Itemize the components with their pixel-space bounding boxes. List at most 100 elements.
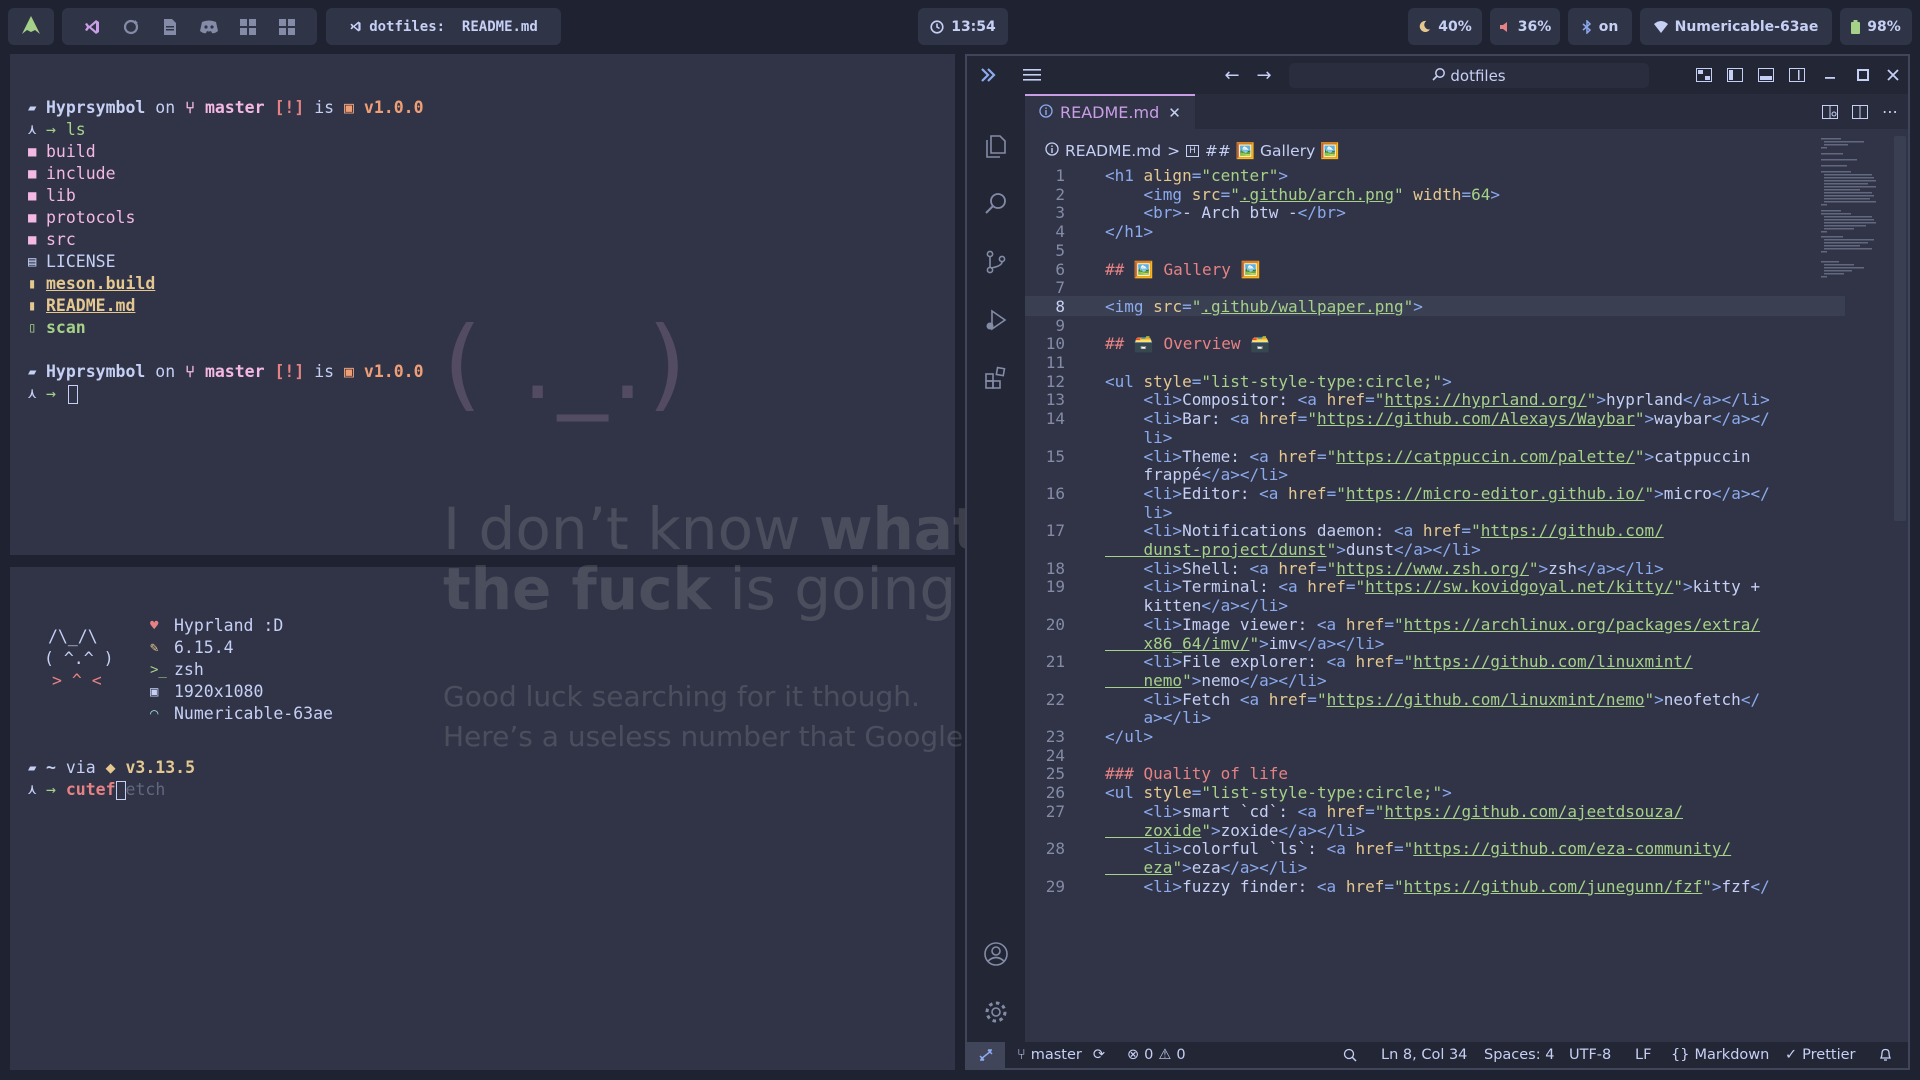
code-token: <a bbox=[1239, 689, 1269, 709]
remote-indicator[interactable] bbox=[967, 1042, 1005, 1068]
network-text: Numericable-63ae bbox=[1674, 18, 1819, 35]
code-token: href bbox=[1422, 521, 1462, 541]
minimap[interactable] bbox=[1819, 136, 1879, 316]
toggle-sidebar-icon[interactable] bbox=[1722, 56, 1748, 94]
code-editor[interactable]: 1 <h1 align="center"> 2 <img src=".github/… bbox=[1025, 166, 1845, 1044]
file-icon[interactable] bbox=[151, 18, 190, 36]
prompt-line: ▰ Hyprsymbol on ⑂ master [!] is ▣ v1.0.0 bbox=[28, 361, 424, 383]
network-indicator[interactable]: Numericable-63ae bbox=[1640, 8, 1832, 45]
fetch-info-row: >_ zsh bbox=[150, 659, 204, 681]
code-token: </a></li> bbox=[1577, 558, 1664, 578]
code-token: neofetch bbox=[1663, 689, 1741, 709]
arrow-left-icon[interactable]: ← bbox=[1219, 56, 1245, 94]
problems-status[interactable]: ⊗ 0 ⚠ 0 bbox=[1127, 1042, 1186, 1068]
code-token: " bbox=[1230, 184, 1240, 204]
code-token: > bbox=[1336, 540, 1346, 559]
refresh-icon[interactable] bbox=[112, 18, 151, 36]
code-token: = bbox=[1307, 689, 1317, 709]
workspaces bbox=[62, 8, 317, 45]
editor-scrollbar[interactable] bbox=[1894, 136, 1906, 521]
breadcrumb-section[interactable]: ## 🖼️ Gallery 🖼️ bbox=[1205, 142, 1340, 160]
source-control-icon[interactable] bbox=[967, 238, 1025, 286]
open-preview-icon[interactable] bbox=[1817, 94, 1843, 129]
grid-icon[interactable] bbox=[229, 18, 268, 35]
explorer-icon[interactable] bbox=[967, 122, 1025, 170]
extensions-icon[interactable] bbox=[967, 354, 1025, 402]
close-icon[interactable] bbox=[1881, 56, 1905, 94]
vscode-icon[interactable] bbox=[73, 18, 112, 36]
cursor-position[interactable]: Ln 8, Col 34 bbox=[1381, 1042, 1467, 1068]
language-mode[interactable]: {} Markdown bbox=[1671, 1042, 1769, 1068]
top-bar: dotfiles: README.md 13:54 40% 36% on Num… bbox=[0, 0, 1920, 52]
code-token: href bbox=[1278, 558, 1317, 578]
terminal-top[interactable]: ▰ Hyprsymbol on ⑂ master [!] is ▣ v1.0.0… bbox=[10, 54, 955, 555]
bell-icon[interactable] bbox=[1879, 1042, 1892, 1068]
command-center-search[interactable]: dotfiles bbox=[1289, 63, 1649, 88]
arch-icon: ⋏ bbox=[28, 122, 37, 138]
command-text: cutef bbox=[65, 780, 116, 799]
menu-icon[interactable] bbox=[1017, 56, 1047, 94]
code-token: Compositor: bbox=[1182, 390, 1298, 410]
launcher-button[interactable] bbox=[8, 8, 54, 45]
fetch-info-row: ◠ Numericable-63ae bbox=[150, 703, 333, 725]
code-token: </a></ bbox=[1711, 409, 1770, 429]
code-token: </a></li> bbox=[1239, 670, 1327, 690]
close-icon[interactable]: ✕ bbox=[1168, 104, 1181, 122]
tab-readme[interactable]: README.md ✕ bbox=[1025, 94, 1195, 129]
encoding-status[interactable]: UTF-8 bbox=[1569, 1042, 1611, 1068]
breadcrumb-file[interactable]: README.md bbox=[1065, 142, 1161, 160]
split-editor-icon[interactable] bbox=[1847, 94, 1873, 129]
code-token: nemo bbox=[1105, 670, 1183, 690]
moon-icon bbox=[1418, 20, 1431, 33]
grid-icon[interactable] bbox=[268, 18, 307, 35]
account-icon[interactable] bbox=[967, 930, 1025, 978]
folder-icon: ■ bbox=[28, 188, 37, 204]
run-debug-icon[interactable] bbox=[967, 296, 1025, 344]
file-entry: ■ include bbox=[28, 163, 116, 185]
git-branch-status[interactable]: ⑂ master ⟳ bbox=[1017, 1042, 1105, 1068]
vscode-window: ← → dotfiles README.md ✕ ⋯ README.md > H… bbox=[965, 54, 1910, 1070]
formatter-status[interactable]: ✓ Prettier bbox=[1785, 1042, 1856, 1068]
code-token: " bbox=[1403, 652, 1414, 672]
brightness-indicator[interactable]: 40% bbox=[1408, 8, 1482, 45]
code-token: href bbox=[1278, 446, 1317, 466]
code-token: .github/arch.png bbox=[1239, 184, 1395, 204]
code-token: https://github.com/linuxmint/nemo bbox=[1326, 689, 1645, 709]
code-token: " bbox=[1586, 390, 1597, 410]
zoom-icon[interactable] bbox=[1343, 1042, 1357, 1068]
search-icon[interactable] bbox=[967, 180, 1025, 228]
toggle-secondary-sidebar-icon[interactable] bbox=[1784, 56, 1810, 94]
battery-indicator[interactable]: 98% bbox=[1840, 8, 1912, 45]
clock[interactable]: 13:54 bbox=[918, 8, 1008, 45]
code-token: Bar: bbox=[1182, 409, 1231, 429]
code-token: <li> bbox=[1105, 876, 1183, 896]
code-token: " bbox=[1644, 483, 1655, 503]
line-number: 23 bbox=[1045, 727, 1065, 746]
bluetooth-indicator[interactable]: on bbox=[1568, 8, 1632, 45]
code-token: style bbox=[1143, 783, 1192, 803]
discord-icon[interactable] bbox=[190, 19, 229, 35]
more-actions-icon[interactable]: ⋯ bbox=[1877, 94, 1903, 129]
gear-icon[interactable] bbox=[967, 988, 1025, 1036]
code-token: https://micro-editor.github.io/ bbox=[1345, 483, 1645, 503]
code-line: </ul> bbox=[1105, 727, 1825, 746]
code-token: > bbox=[1413, 296, 1423, 316]
code-token: <img bbox=[1105, 184, 1192, 204]
tab-label: README.md bbox=[1060, 103, 1160, 122]
volume-indicator[interactable]: 36% bbox=[1490, 8, 1560, 45]
code-token: > bbox=[1490, 184, 1500, 204]
folder-icon: ■ bbox=[28, 232, 37, 248]
indentation-status[interactable]: Spaces: 4 bbox=[1484, 1042, 1554, 1068]
prompt-on: on bbox=[155, 98, 176, 117]
terminal-bottom[interactable]: /\_/\ ( ^.^ ) > ^ < ♥ Hyprland :D ✎ 6.15.4… bbox=[10, 567, 955, 1070]
layout-customize-icon[interactable] bbox=[1691, 56, 1717, 94]
minimize-icon[interactable] bbox=[1819, 56, 1843, 94]
toggle-panel-icon[interactable] bbox=[1753, 56, 1779, 94]
code-token: <a bbox=[1393, 521, 1423, 541]
code-token: </a></li> bbox=[1201, 465, 1289, 485]
code-token: = bbox=[1191, 371, 1202, 391]
eol-status[interactable]: LF bbox=[1635, 1042, 1651, 1068]
arrow-right-icon[interactable]: → bbox=[1251, 56, 1277, 94]
maximize-icon[interactable] bbox=[1851, 56, 1875, 94]
code-token: Editor: bbox=[1182, 483, 1260, 503]
